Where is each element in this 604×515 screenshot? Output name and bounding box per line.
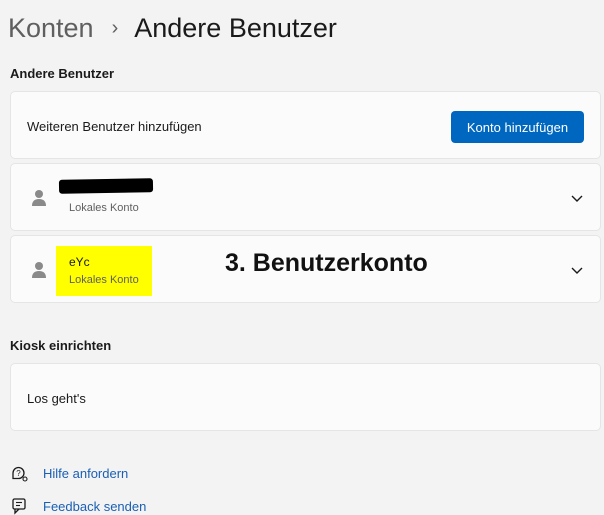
chevron-down-icon[interactable] — [570, 263, 584, 277]
add-user-label: Weiteren Benutzer hinzufügen — [27, 119, 202, 134]
feedback-link-label: Feedback senden — [43, 498, 147, 514]
user-row-1[interactable]: Lokales Konto — [10, 163, 601, 231]
help-link[interactable]: ? Hilfe anfordern — [10, 464, 128, 482]
feedback-icon — [12, 498, 26, 515]
help-link-label: Hilfe anfordern — [43, 465, 129, 481]
svg-text:?: ? — [16, 469, 21, 478]
user-name: eYc — [69, 255, 90, 269]
section-title-other-users: Andere Benutzer — [10, 66, 115, 81]
annotation-label: 3. Benutzerkonto — [225, 249, 428, 277]
breadcrumb: Konten › Andere Benutzer — [8, 8, 337, 48]
person-icon — [32, 190, 46, 206]
kiosk-row-label: Los geht's — [27, 391, 86, 406]
feedback-link[interactable]: Feedback senden — [10, 497, 146, 515]
breadcrumb-parent-link[interactable]: Konten — [8, 13, 94, 44]
yellow-highlight — [56, 246, 152, 296]
user-row-2[interactable]: eYc Lokales Konto 3. Benutzerkonto — [10, 235, 601, 303]
person-icon — [32, 262, 46, 278]
page-title: Andere Benutzer — [134, 12, 337, 43]
kiosk-row[interactable]: Los geht's — [10, 363, 601, 431]
section-title-kiosk: Kiosk einrichten — [10, 338, 112, 353]
breadcrumb-separator: › — [111, 16, 119, 39]
user-account-type: Lokales Konto — [69, 202, 139, 214]
add-user-row: Weiteren Benutzer hinzufügen Konto hinzu… — [10, 91, 601, 159]
help-icon: ? — [12, 466, 28, 482]
chevron-down-icon[interactable] — [570, 191, 584, 205]
user-account-type: Lokales Konto — [69, 274, 139, 286]
redaction-bar — [58, 178, 154, 194]
add-account-button[interactable]: Konto hinzufügen — [451, 111, 584, 143]
